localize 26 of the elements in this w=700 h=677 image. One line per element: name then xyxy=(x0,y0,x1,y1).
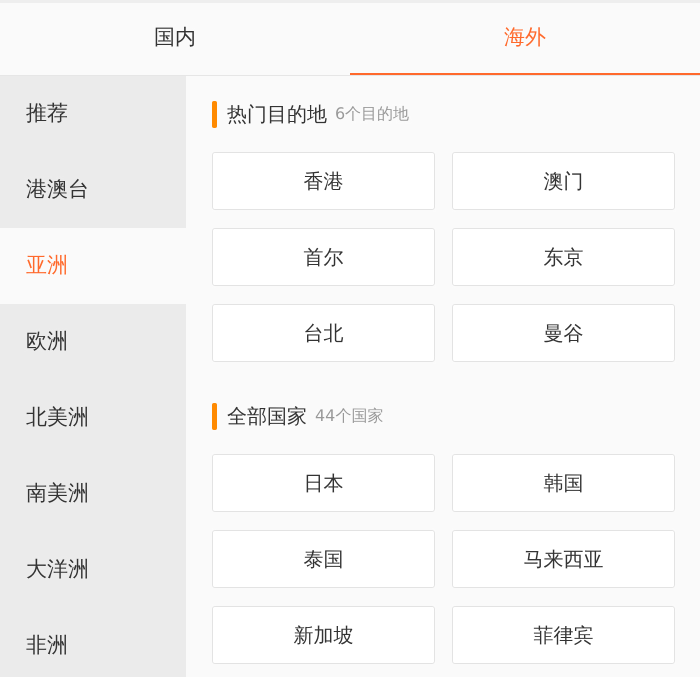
destination-button[interactable]: 澳门 xyxy=(452,152,675,210)
sidebar-item[interactable]: 非洲 xyxy=(0,608,186,677)
destination-button[interactable]: 日本 xyxy=(212,454,435,512)
destination-button[interactable]: 台北 xyxy=(212,304,435,362)
section-title: 热门目的地 xyxy=(227,101,327,128)
destination-button[interactable]: 韩国 xyxy=(452,454,675,512)
destination-button[interactable]: 首尔 xyxy=(212,228,435,286)
destination-button[interactable]: 曼谷 xyxy=(452,304,675,362)
sidebar-item[interactable]: 北美洲 xyxy=(0,380,186,456)
destination-button[interactable]: 泰国 xyxy=(212,530,435,588)
sidebar-item[interactable]: 大洋洲 xyxy=(0,532,186,608)
destination-button[interactable]: 东京 xyxy=(452,228,675,286)
section-count: 44个国家 xyxy=(315,405,384,427)
destination-button[interactable]: 马来西亚 xyxy=(452,530,675,588)
section-title: 全部国家 xyxy=(227,403,307,430)
destination-button[interactable]: 香港 xyxy=(212,152,435,210)
sidebar-item[interactable]: 欧洲 xyxy=(0,304,186,380)
sidebar-item[interactable]: 推荐 xyxy=(0,76,186,152)
section-count: 6个目的地 xyxy=(335,103,410,125)
section-marker xyxy=(212,100,217,128)
destination-button[interactable]: 菲律宾 xyxy=(452,606,675,664)
sidebar-item[interactable]: 南美洲 xyxy=(0,456,186,532)
tab[interactable]: 国内 xyxy=(0,3,350,75)
section-marker xyxy=(212,402,217,430)
sidebar-item[interactable]: 港澳台 xyxy=(0,152,186,228)
destination-button[interactable]: 新加坡 xyxy=(212,606,435,664)
